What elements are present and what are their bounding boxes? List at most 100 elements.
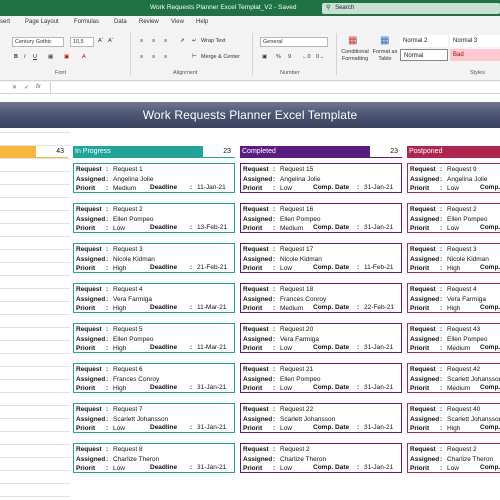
tab-view[interactable]: View: [171, 19, 184, 25]
date-value: 31-Jan-21: [364, 384, 394, 391]
style-bad[interactable]: Bad: [450, 49, 500, 61]
request-card[interactable]: Request: Request 2 Assigned: Charlize Thero…: [407, 443, 500, 473]
request-card[interactable]: Request: Request 15 Assigned: Angelina Joli…: [240, 163, 402, 193]
percent-icon[interactable]: %: [276, 54, 281, 60]
orientation-icon[interactable]: ⇗: [180, 38, 185, 44]
request-card[interactable]: Request: Request 7 Assigned: Scarlett Johan…: [73, 403, 235, 433]
align-bottom-icon[interactable]: ≡: [164, 38, 167, 44]
font-color-icon[interactable]: A: [82, 54, 86, 60]
request-card[interactable]: Request: Request 18 Assigned: Frances Conro…: [240, 283, 402, 313]
request-card[interactable]: Request: Request 2 Assigned: Ellen Pompeo Pr…: [73, 203, 235, 233]
tab-page-layout[interactable]: Page Layout: [25, 19, 59, 25]
colon: :: [273, 446, 276, 453]
colon: :: [440, 166, 443, 173]
underline-icon[interactable]: U: [33, 54, 37, 60]
tab-data[interactable]: Data: [114, 19, 127, 25]
assigned-label: Assigned: [76, 255, 106, 263]
request-card[interactable]: Request: Request 3 Assigned: Nicole Kidman P…: [407, 243, 500, 273]
priority-value: Low: [447, 225, 459, 232]
merge-center-button[interactable]: Merge & Center: [201, 54, 240, 60]
tab-insert[interactable]: sert: [0, 19, 10, 25]
align-top-icon[interactable]: ≡: [140, 38, 143, 44]
colon: :: [357, 224, 360, 231]
align-right-icon[interactable]: ≡: [164, 54, 167, 60]
conditional-formatting-icon[interactable]: ▦: [348, 35, 357, 46]
colon: :: [106, 375, 109, 383]
cancel-icon[interactable]: ✕: [12, 84, 17, 91]
font-name-select[interactable]: Century Gothic: [12, 37, 64, 47]
colon: :: [273, 286, 276, 293]
conditional-formatting-button[interactable]: Conditional Formatting: [338, 49, 372, 63]
wrap-text-button[interactable]: Wrap Text: [201, 38, 226, 44]
formula-input[interactable]: [50, 82, 500, 93]
bold-icon[interactable]: B: [14, 54, 18, 60]
style-normal-3[interactable]: Normal 3: [450, 35, 500, 47]
alignment-group-label: Alignment: [173, 70, 198, 76]
request-card[interactable]: Request: Request 8 Assigned: Charlize Thero…: [73, 443, 235, 473]
assigned-value: Ellen Pompeo: [280, 215, 321, 223]
request-card[interactable]: Request: Request 4 Assigned: Vera Farmiga Pr…: [73, 283, 235, 313]
request-card[interactable]: Request: Request 20 Assigned: Vera Farmiga P…: [240, 323, 402, 353]
align-center-icon[interactable]: ≡: [152, 54, 155, 60]
decrease-font-icon[interactable]: Aˇ: [108, 38, 114, 44]
increase-decimal-icon[interactable]: ←0: [302, 54, 311, 60]
comma-icon[interactable]: 9: [288, 54, 291, 60]
colon: :: [273, 425, 276, 432]
request-card[interactable]: Request: Request 40 Assigned: Scarlett Joha…: [407, 403, 500, 433]
request-card[interactable]: Request: Request 17 Assigned: Nicole Kidman…: [240, 243, 402, 273]
align-middle-icon[interactable]: ≡: [152, 38, 155, 44]
borders-icon[interactable]: ▦: [48, 54, 53, 60]
priority-label: Priorit: [243, 225, 263, 232]
colon: :: [106, 455, 109, 463]
assigned-label: Assigned: [76, 295, 106, 303]
ribbon: Century Gothic 10,5 Aˆ Aˇ B I U ▦ ▣ A Fo…: [0, 29, 500, 81]
colon: :: [273, 366, 276, 373]
request-card[interactable]: Request: Request 1 Assigned: Angelina Jolie…: [73, 163, 235, 193]
tab-help[interactable]: Help: [196, 19, 208, 25]
format-as-table-icon[interactable]: ▦: [380, 35, 389, 46]
tab-review[interactable]: Review: [139, 19, 159, 25]
date-value: 31-Jan-21: [197, 384, 227, 391]
colon: :: [106, 415, 109, 423]
request-card[interactable]: Request: Request 2 Assigned: Ellen Pompeo Pr…: [407, 203, 500, 233]
card-row-request: Request: Request 3: [76, 245, 143, 254]
request-card[interactable]: Request: Request 3 Assigned: Nicole Kidman P…: [73, 243, 235, 273]
align-left-icon[interactable]: ≡: [140, 54, 143, 60]
function-icon[interactable]: fx: [36, 84, 41, 90]
date-label: Comp. Date: [480, 384, 500, 391]
increase-font-icon[interactable]: Aˆ: [98, 38, 104, 44]
assigned-value: Nicole Kidman: [113, 255, 155, 263]
search-box[interactable]: ⚲ Search: [322, 3, 500, 14]
request-label: Request: [410, 406, 436, 413]
style-normal[interactable]: Normal: [400, 49, 448, 61]
request-card[interactable]: Request: Request 16 Assigned: Ellen Pompeo P…: [240, 203, 402, 233]
decrease-decimal-icon[interactable]: 0→: [316, 54, 325, 60]
enter-icon[interactable]: ✓: [24, 84, 29, 91]
request-card[interactable]: Request: Request 22 Assigned: Scarlett Joha…: [240, 403, 402, 433]
colon: :: [440, 215, 443, 223]
style-normal-2[interactable]: Normal 2: [400, 35, 448, 47]
request-card[interactable]: Request: Request 42 Assigned: Scarlett Joha…: [407, 363, 500, 393]
currency-icon[interactable]: ▣: [262, 54, 267, 60]
request-card[interactable]: Request: Request 2 Assigned: Charlize Thero…: [240, 443, 402, 473]
request-card[interactable]: Request: Request 4 Assigned: Vera Farmiga Pr…: [407, 283, 500, 313]
tab-formulas[interactable]: Formulas: [74, 19, 99, 25]
font-size-select[interactable]: 10,5: [70, 37, 94, 47]
assigned-label: Assigned: [243, 415, 273, 423]
request-value: Request 20: [280, 326, 314, 333]
format-as-table-button[interactable]: Format as Table: [370, 49, 400, 63]
italic-icon[interactable]: I: [24, 54, 26, 60]
wrap-text-icon[interactable]: ↵: [192, 38, 197, 44]
request-card[interactable]: Request: Request 21 Assigned: Ellen Pompeo P…: [240, 363, 402, 393]
colon: :: [440, 206, 443, 213]
merge-icon[interactable]: ⊢: [192, 54, 197, 60]
fill-color-icon[interactable]: ▣: [64, 54, 69, 60]
number-format-select[interactable]: General: [260, 37, 328, 47]
worksheet[interactable]: Work Requests Planner Excel Template 43 I…: [0, 94, 500, 500]
request-card[interactable]: Request: Request 5 Assigned: Ellen Pompeo Pr…: [73, 323, 235, 353]
priority-label: Priorit: [76, 465, 96, 472]
request-card[interactable]: Request: Request 6 Assigned: Frances Conroy…: [73, 363, 235, 393]
request-card[interactable]: Request: Request 9 Assigned: Angelina Jolie…: [407, 163, 500, 193]
request-card[interactable]: Request: Request 43 Assigned: Ellen Pompeo P…: [407, 323, 500, 353]
request-label: Request: [410, 446, 436, 453]
